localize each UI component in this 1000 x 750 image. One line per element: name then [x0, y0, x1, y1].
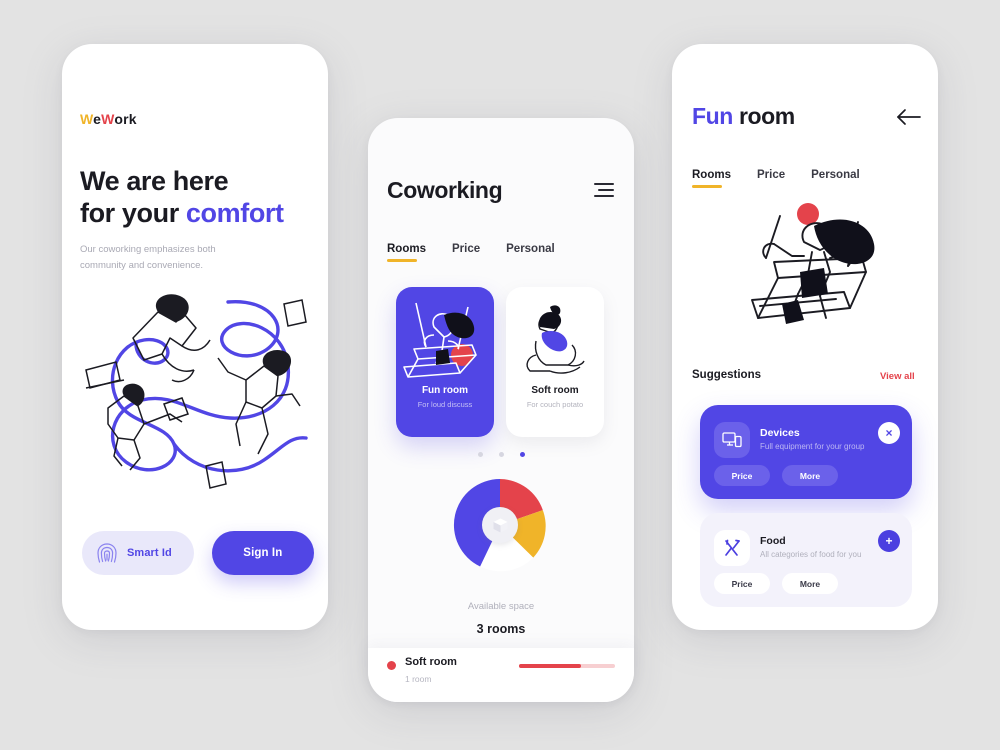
room-row-title: Soft room	[405, 656, 457, 668]
room-progress-track	[519, 664, 615, 668]
more-button[interactable]: More	[782, 465, 838, 486]
plus-icon[interactable]: +	[878, 530, 900, 552]
coworking-page-title: Coworking	[387, 177, 503, 203]
chart-value: 3 rooms	[476, 622, 526, 636]
tab-rooms[interactable]: Rooms	[692, 169, 731, 188]
headline-accent-word: comfort	[185, 198, 284, 228]
page-title: We are here for your comfort	[80, 165, 290, 229]
room-progress-fill	[519, 664, 582, 668]
fork-knife-icon	[714, 530, 750, 566]
suggestion-actions: Price More	[714, 465, 838, 486]
price-button[interactable]: Price	[714, 573, 770, 594]
title-rest: room	[732, 103, 795, 129]
smart-id-button[interactable]: Smart Id	[82, 531, 194, 575]
room-row-subtitle: 1 room	[405, 674, 432, 684]
sign-in-label: Sign In	[243, 547, 283, 559]
devices-monitor-phone-icon	[714, 422, 750, 458]
tab-rooms[interactable]: Rooms	[387, 243, 426, 262]
carousel-dot-2[interactable]	[499, 452, 504, 457]
suggestion-subtitle: Full equipment for your group	[760, 442, 865, 451]
title-accent: Fun	[692, 103, 733, 129]
room-card-soft-room[interactable]: Soft room For couch potato	[506, 287, 604, 437]
fun-room-tabs: Rooms Price Personal	[692, 169, 860, 188]
available-space-pie-chart	[452, 477, 548, 573]
carousel-dot-3[interactable]	[520, 452, 525, 457]
headline-line-2: for your	[80, 198, 186, 228]
box-cube-icon	[493, 518, 507, 532]
back-arrow-icon[interactable]	[896, 108, 922, 126]
suggestion-card-food[interactable]: Food All categories of food for you + Pr…	[700, 513, 912, 607]
close-icon[interactable]: ×	[878, 422, 900, 444]
suggestion-title: Food	[760, 535, 786, 547]
status-dot-icon	[387, 661, 396, 670]
chart-label: Available space	[467, 601, 535, 612]
headline-line-1: We are here	[80, 166, 229, 196]
subtitle-text: Our coworking emphasizes both community …	[80, 244, 216, 271]
fun-room-page-title: Fun room	[692, 103, 795, 130]
suggestion-subtitle: All categories of food for you	[760, 550, 862, 559]
suggestion-card-devices[interactable]: Devices Full equipment for your group × …	[700, 405, 912, 499]
logo-letter-w1: W	[80, 111, 94, 127]
suggestion-title: Devices	[760, 427, 800, 439]
more-button[interactable]: More	[782, 573, 838, 594]
card-title: Fun room	[421, 385, 469, 396]
room-card-fun-room[interactable]: Fun room For loud discuss	[396, 287, 494, 437]
suggestion-actions: Price More	[714, 573, 838, 594]
logo-letter-w2: W	[101, 111, 115, 127]
auth-button-row: Smart Id Sign In	[82, 531, 314, 575]
logo-letter-e: e	[93, 111, 102, 127]
suggestions-heading: Suggestions	[692, 369, 762, 381]
girl-on-swing-illustration	[403, 302, 477, 378]
girl-sitting-illustration	[526, 305, 585, 374]
app-logo: WeWork	[80, 111, 137, 127]
canvas: WeWork We are here for your comfort Our …	[0, 0, 1000, 750]
tab-personal[interactable]: Personal	[506, 243, 555, 262]
tab-price[interactable]: Price	[757, 169, 785, 188]
room-list-item-soft-room[interactable]: Soft room 1 room	[368, 648, 634, 702]
pie-center-hub	[482, 507, 518, 543]
logo-letters-ork: ork	[114, 111, 137, 127]
tab-price[interactable]: Price	[452, 243, 480, 262]
card-subtitle: For loud discuss	[417, 400, 473, 409]
fingerprint-icon	[97, 543, 117, 563]
hamburger-menu-icon[interactable]	[594, 183, 614, 197]
onboarding-illustration	[85, 294, 308, 489]
card-title: Soft room	[531, 385, 579, 396]
tab-personal[interactable]: Personal	[811, 169, 860, 188]
view-all-link[interactable]: View all	[880, 371, 915, 382]
card-subtitle: For couch potato	[526, 400, 584, 409]
sign-in-button[interactable]: Sign In	[211, 531, 314, 575]
smart-id-label: Smart Id	[127, 547, 172, 559]
carousel-dot-1[interactable]	[478, 452, 483, 457]
coworking-tabs: Rooms Price Personal	[387, 243, 555, 262]
fun-room-illustration	[751, 203, 875, 324]
price-button[interactable]: Price	[714, 465, 770, 486]
carousel-dots	[478, 452, 525, 457]
